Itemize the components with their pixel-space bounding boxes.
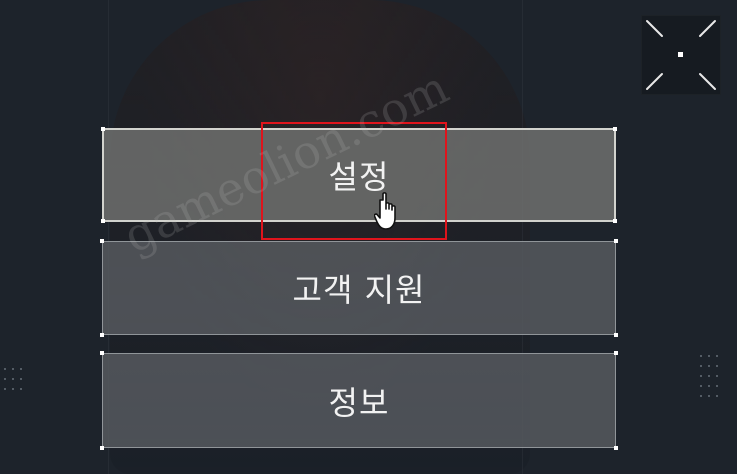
fullscreen-toggle-icon [646, 20, 716, 90]
decorative-dots [4, 368, 28, 398]
hand-pointer-icon [373, 192, 406, 236]
settings-button[interactable]: 설정 [101, 127, 617, 223]
decorative-dots [700, 355, 724, 405]
customer-support-button[interactable]: 고객 지원 [100, 239, 618, 337]
info-button-label: 정보 [328, 383, 390, 422]
info-button[interactable]: 정보 [100, 351, 618, 450]
customer-support-button-label: 고객 지원 [292, 271, 426, 309]
fullscreen-button[interactable] [641, 15, 721, 95]
